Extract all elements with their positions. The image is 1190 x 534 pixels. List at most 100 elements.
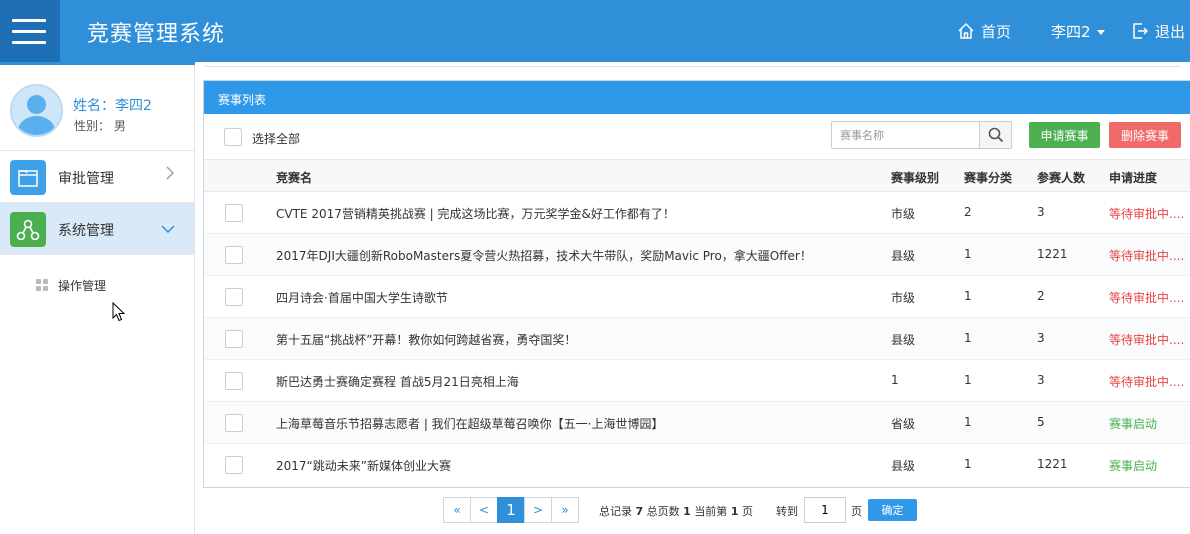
competition-title[interactable]: 四月诗会·首届中国大学生诗歌节 bbox=[276, 289, 884, 306]
competition-title[interactable]: 斯巴达勇士赛确定赛程 首战5月21日亮相上海 bbox=[276, 373, 884, 390]
sidebar: 姓名：李四2 性别： 男 审批管理 系统管理 操作管理 bbox=[0, 62, 195, 534]
first-page-button[interactable]: « bbox=[443, 497, 471, 523]
row-checkbox[interactable] bbox=[225, 246, 243, 264]
hamburger-icon-line bbox=[12, 41, 46, 44]
hamburger-icon-line bbox=[12, 19, 46, 22]
profile-name: 姓名：李四2 bbox=[73, 98, 152, 114]
panel-title: 赛事列表 bbox=[204, 81, 1190, 114]
participant-count: 3 bbox=[1037, 373, 1045, 387]
grid-icon bbox=[36, 279, 48, 291]
user-name-label: 李四2 bbox=[1051, 22, 1091, 41]
column-header-status: 申请进度 bbox=[1109, 171, 1158, 185]
row-checkbox[interactable] bbox=[225, 330, 243, 348]
participant-count: 1221 bbox=[1037, 247, 1068, 261]
status-badge: 等待审批中.... bbox=[1109, 333, 1185, 347]
search-box bbox=[831, 121, 1012, 149]
row-checkbox[interactable] bbox=[225, 456, 243, 474]
participant-count: 1221 bbox=[1037, 457, 1068, 471]
chevron-right-icon bbox=[166, 166, 174, 180]
next-page-button[interactable]: > bbox=[524, 497, 552, 523]
column-header-category: 赛事分类 bbox=[964, 171, 1013, 185]
competition-title[interactable]: 上海草莓音乐节招募志愿者 | 我们在超级草莓召唤你【五一·上海世博园】 bbox=[276, 415, 884, 432]
competition-title[interactable]: 第十五届“挑战杯”开幕！教你如何跨越省赛，勇夺国奖！ bbox=[276, 331, 884, 348]
user-profile: 姓名：李四2 性别： 男 bbox=[0, 65, 194, 151]
home-link[interactable]: 首页 bbox=[957, 20, 1011, 42]
table-row[interactable]: 四月诗会·首届中国大学生诗歌节 市级 1 2 等待审批中.... bbox=[204, 276, 1190, 318]
competition-category: 1 bbox=[964, 289, 972, 303]
sidebar-subitem-label: 操作管理 bbox=[58, 278, 107, 293]
competition-level: 市级 bbox=[891, 207, 916, 221]
participant-count: 5 bbox=[1037, 415, 1045, 429]
pagination-summary: 总记录 7 总页数 1 当前第 1 页 bbox=[599, 505, 753, 518]
competition-title[interactable]: 2017年DJI大疆创新RoboMasters夏令营火热招募，技术大牛带队，奖励… bbox=[276, 247, 884, 264]
competition-level: 市级 bbox=[891, 291, 916, 305]
table-header: 竞赛名 赛事级别 赛事分类 参赛人数 申请进度 bbox=[204, 159, 1190, 192]
row-checkbox[interactable] bbox=[225, 372, 243, 390]
column-header-participants: 参赛人数 bbox=[1037, 171, 1086, 185]
column-header-level: 赛事级别 bbox=[891, 171, 940, 185]
goto-unit-label: 页 bbox=[851, 505, 862, 518]
status-badge: 等待审批中.... bbox=[1109, 375, 1185, 389]
goto-label: 转到 bbox=[776, 505, 798, 518]
page-1-button[interactable]: 1 bbox=[497, 497, 525, 523]
goto-confirm-button[interactable]: 确定 bbox=[868, 499, 917, 521]
status-badge: 赛事启动 bbox=[1109, 459, 1158, 473]
user-menu[interactable]: 李四2 bbox=[1051, 20, 1105, 42]
competition-level: 县级 bbox=[891, 249, 916, 263]
table-row[interactable]: CVTE 2017营销精英挑战赛 | 完成这场比赛，万元奖学金&好工作都有了！ … bbox=[204, 192, 1190, 234]
home-label: 首页 bbox=[981, 22, 1012, 41]
table-row[interactable]: 第十五届“挑战杯”开幕！教你如何跨越省赛，勇夺国奖！ 县级 1 3 等待审批中.… bbox=[204, 318, 1190, 360]
avatar bbox=[10, 84, 63, 137]
sidebar-item-approval[interactable]: 审批管理 bbox=[0, 151, 194, 203]
competition-title[interactable]: CVTE 2017营销精英挑战赛 | 完成这场比赛，万元奖学金&好工作都有了！ bbox=[276, 205, 884, 222]
competition-level: 县级 bbox=[891, 333, 916, 347]
profile-gender: 性别： 男 bbox=[74, 119, 126, 133]
row-checkbox[interactable] bbox=[225, 288, 243, 306]
competition-category: 1 bbox=[964, 331, 972, 345]
competition-list-panel: 赛事列表 选择全部 申请赛事 删除赛事 竞赛名 赛事级别 赛事分类 参赛人数 申… bbox=[203, 80, 1190, 488]
sidebar-subitem-operation[interactable]: 操作管理 bbox=[36, 275, 106, 295]
status-badge: 等待审批中.... bbox=[1109, 291, 1185, 305]
competition-level: 省级 bbox=[891, 417, 916, 431]
total-pages: 1 bbox=[683, 505, 691, 518]
row-checkbox[interactable] bbox=[225, 414, 243, 432]
content-divider bbox=[205, 66, 1181, 67]
chevron-down-icon bbox=[1096, 29, 1105, 35]
top-bar: 竞赛管理系统 首页 李四2 退出 bbox=[0, 0, 1190, 62]
apply-competition-button[interactable]: 申请赛事 bbox=[1029, 122, 1100, 148]
competition-category: 1 bbox=[964, 415, 972, 429]
sidebar-item-label: 审批管理 bbox=[58, 171, 114, 187]
app-title: 竞赛管理系统 bbox=[87, 22, 226, 47]
last-page-button[interactable]: » bbox=[551, 497, 579, 523]
select-all-label: 选择全部 bbox=[252, 132, 301, 146]
table-row[interactable]: 2017年DJI大疆创新RoboMasters夏令营火热招募，技术大牛带队，奖励… bbox=[204, 234, 1190, 276]
network-icon bbox=[10, 212, 46, 247]
row-checkbox[interactable] bbox=[225, 204, 243, 222]
sidebar-item-system[interactable]: 系统管理 bbox=[0, 203, 194, 255]
select-all-checkbox[interactable] bbox=[224, 128, 242, 146]
competition-category: 1 bbox=[964, 247, 972, 261]
search-button[interactable] bbox=[979, 122, 1011, 148]
menu-toggle-button[interactable] bbox=[0, 0, 60, 62]
table-row[interactable]: 斯巴达勇士赛确定赛程 首战5月21日亮相上海 1 1 3 等待审批中.... bbox=[204, 360, 1190, 402]
status-badge: 等待审批中.... bbox=[1109, 207, 1185, 221]
table-row[interactable]: 2017“跳动未来”新媒体创业大赛 县级 1 1221 赛事启动 bbox=[204, 444, 1190, 486]
logout-label: 退出 bbox=[1155, 22, 1186, 41]
search-input[interactable] bbox=[832, 122, 980, 148]
prev-page-button[interactable]: < bbox=[470, 497, 498, 523]
chevron-down-icon bbox=[161, 225, 175, 234]
search-icon bbox=[988, 127, 1003, 143]
competition-level: 1 bbox=[891, 373, 899, 387]
goto-page-input[interactable] bbox=[804, 497, 846, 523]
table-row[interactable]: 上海草莓音乐节招募志愿者 | 我们在超级草莓召唤你【五一·上海世博园】 省级 1… bbox=[204, 402, 1190, 444]
status-badge: 赛事启动 bbox=[1109, 417, 1158, 431]
competition-category: 1 bbox=[964, 457, 972, 471]
table-body: CVTE 2017营销精英挑战赛 | 完成这场比赛，万元奖学金&好工作都有了！ … bbox=[204, 192, 1190, 488]
logout-link[interactable]: 退出 bbox=[1131, 20, 1185, 42]
sidebar-item-label: 系统管理 bbox=[58, 223, 114, 239]
delete-competition-button[interactable]: 删除赛事 bbox=[1109, 122, 1181, 148]
folder-icon bbox=[10, 160, 46, 195]
hamburger-icon-line bbox=[12, 30, 46, 33]
competition-title[interactable]: 2017“跳动未来”新媒体创业大赛 bbox=[276, 457, 884, 474]
sidebar-accent-line bbox=[0, 62, 195, 65]
